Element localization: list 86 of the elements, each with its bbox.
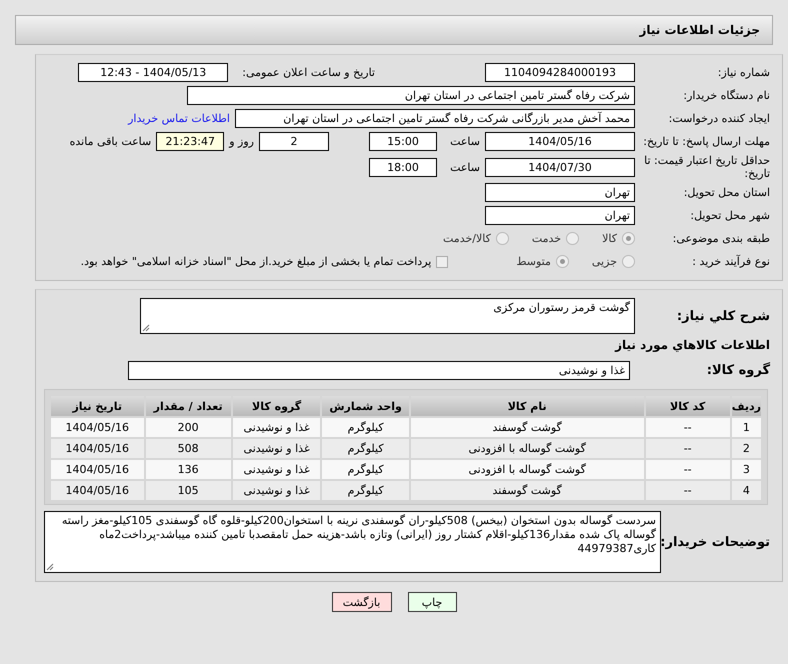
time-label: ساعت [449, 160, 480, 174]
radio-label: خدمت [532, 232, 562, 245]
table-cell: کیلوگرم [322, 418, 409, 437]
column-header: گروه کالا [232, 396, 320, 416]
table-cell: 1404/05/16 [51, 460, 144, 479]
table-cell: 4 [732, 481, 761, 500]
buyer-org-field: شرکت رفاه گستر تامین اجتماعی در استان تهران [187, 86, 635, 105]
table-cell: گوشت گوسفند [410, 418, 644, 437]
field-label: نام دستگاه خریدار: [682, 89, 771, 102]
days-field: 2 [259, 132, 329, 151]
radio-button[interactable] [622, 255, 635, 268]
table-cell: -- [646, 481, 730, 500]
buyer-contact-link[interactable]: اطلاعات تماس خریدار [128, 112, 230, 125]
deadline-date-field: 1404/05/16 [485, 132, 635, 151]
days-label: روز و [229, 135, 254, 148]
field-label: نوع فرآیند خرید : [691, 255, 771, 268]
field-label: طبقه بندی موضوعی: [672, 232, 771, 245]
table-cell: 2 [732, 439, 761, 458]
table-cell: کیلوگرم [322, 481, 409, 500]
table-cell: 508 [146, 439, 231, 458]
goods-group-field: غذا و نوشیدنی [128, 361, 630, 380]
table-cell: غذا و نوشیدنی [232, 460, 320, 479]
province-field: تهران [485, 183, 635, 202]
column-header: تعداد / مقدار [146, 396, 231, 416]
buyer-notes-field[interactable]: سردست گوساله بدون استخوان (بیخس) 508کیلو-ران گوسفندی نرینه با استخوان200کیلو-قلوه گاه گوسفندی 105کیلو-مغز راسته گوساله پاک شده مقدار136کیلو-اقلام کشتار روز (ایرانی) وتازه باشد-هزینه حمل تامقصدبا تامین کننده میباشد-پرداخت2ماه کاری44979387 [44, 511, 661, 573]
checkbox[interactable] [436, 256, 448, 268]
table-cell: 1404/05/16 [51, 439, 144, 458]
treasury-note: پرداخت تمام یا بخشی از مبلغ خرید.از محل "اسناد خزانه اسلامی" خواهد بود. [80, 255, 432, 268]
validity-time-field: 18:00 [369, 158, 437, 176]
column-header: واحد شمارش [322, 396, 409, 416]
remaining-label: ساعت باقی مانده [70, 135, 152, 148]
radio-button[interactable] [496, 232, 509, 245]
table-cell: غذا و نوشیدنی [232, 418, 320, 437]
field-label: شماره نیاز: [716, 66, 771, 79]
print-button[interactable]: چاپ [408, 592, 456, 612]
table-cell: غذا و نوشیدنی [232, 439, 320, 458]
column-header: تاریخ نیاز [51, 396, 144, 416]
table-cell: گوشت گوسفند [410, 481, 644, 500]
table-cell: 136 [146, 460, 231, 479]
deadline-time-field: 15:00 [369, 132, 437, 151]
need-number-field: 1104094284000193 [485, 63, 635, 82]
table-cell: گوشت گوساله با افزودنی [410, 460, 644, 479]
remaining-time-field: 21:23:47 [156, 132, 224, 151]
radio-button[interactable] [566, 232, 580, 245]
back-button[interactable]: بازگشت [332, 592, 392, 612]
radio-label: متوسط [516, 255, 551, 268]
field-label: استان محل تحویل: [682, 186, 771, 199]
table-cell: 3 [732, 460, 761, 479]
table-cell: -- [646, 460, 730, 479]
city-field: تهران [485, 206, 635, 225]
time-label: ساعت [449, 135, 480, 148]
table-cell: -- [646, 418, 730, 437]
table-cell: -- [646, 439, 730, 458]
field-label: شهر محل تحویل: [689, 209, 771, 222]
field-label: گروه کالا: [706, 364, 771, 377]
announce-date-field: 1404/05/13 - 12:43 [78, 63, 228, 82]
section-title: اطلاعات کالاهاي مورد نياز [615, 338, 770, 352]
column-header: کد کالا [646, 396, 730, 416]
validity-date-field: 1404/07/30 [485, 158, 635, 176]
column-header: نام کالا [410, 396, 644, 416]
field-label: توضیحات خریدار: [659, 536, 771, 548]
table-cell: 1404/05/16 [51, 418, 144, 437]
table-cell: غذا و نوشیدنی [232, 481, 320, 500]
field-label: مهلت ارسال پاسخ: تا تاریخ: [642, 135, 771, 148]
radio-button[interactable] [556, 255, 569, 268]
table-cell: کیلوگرم [322, 460, 409, 479]
radio-label: کالا [602, 232, 617, 245]
table-cell: 1404/05/16 [51, 481, 144, 500]
table-cell: 200 [146, 418, 231, 437]
radio-button[interactable] [622, 232, 635, 245]
table-cell: 105 [146, 481, 231, 500]
field-label: تاریخ و ساعت اعلان عمومی: [242, 66, 375, 79]
column-header: ردیف [732, 396, 761, 416]
table-cell: کیلوگرم [322, 439, 409, 458]
table-cell: گوشت گوساله با افزودنی [410, 439, 644, 458]
table-cell: 1 [732, 418, 761, 437]
radio-label: کالا/خدمت [443, 232, 491, 245]
description-field[interactable]: گوشت قرمز رستوران مرکزی [140, 298, 635, 334]
field-label: حداقل تاریخ اعتبار قیمت: تا تاریخ: [643, 154, 771, 180]
resize-grip-icon[interactable] [46, 563, 54, 571]
requester-field: محمد آخش مدیر بازرگانی شرکت رفاه گستر تامین اجتماعی در استان تهران [235, 109, 635, 128]
field-label: شرح کلي نياز: [676, 310, 771, 322]
field-label: ایجاد کننده درخواست: [668, 112, 771, 125]
radio-label: جزیی [592, 255, 617, 268]
page-title: جزئیات اطلاعات نیاز [639, 23, 760, 37]
resize-grip-icon[interactable] [142, 324, 150, 332]
